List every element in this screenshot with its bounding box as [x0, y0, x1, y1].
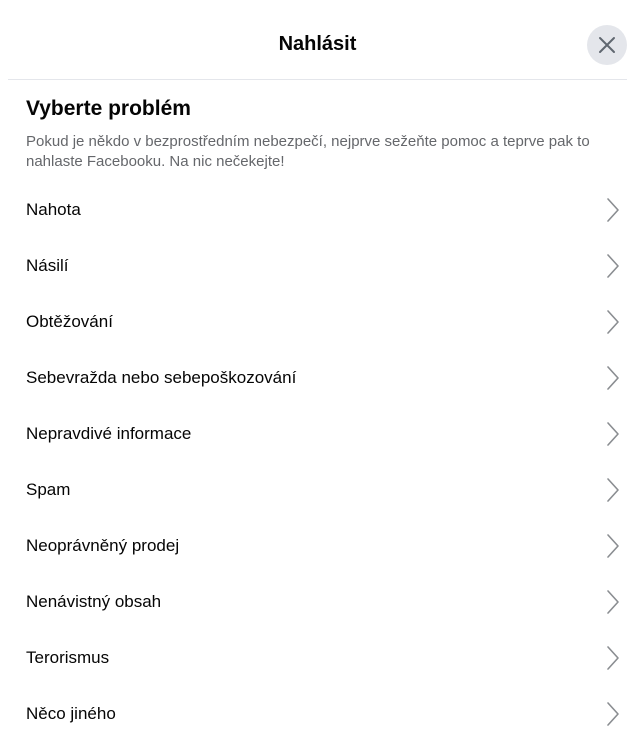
dialog-title: Nahlásit: [278, 33, 357, 55]
problem-option-label: Něco jiného: [26, 704, 116, 723]
problem-option[interactable]: Sebevražda nebo sebepoškozování: [26, 350, 623, 406]
dialog-header: Nahlásit: [8, 0, 627, 80]
report-dialog: Nahlásit Vyberte problém Pokud je někdo …: [0, 0, 635, 737]
problem-option[interactable]: Nepravdivé informace: [26, 406, 623, 462]
problem-option-label: Nenávistný obsah: [26, 592, 162, 611]
section-description: Pokud je někdo v bezprostředním nebezpeč…: [26, 133, 590, 170]
chevron-right-icon: [603, 700, 623, 728]
close-icon: [598, 36, 616, 54]
close-button[interactable]: [587, 25, 627, 65]
problem-option-label: Spam: [26, 480, 71, 499]
problem-option[interactable]: Něco jiného: [26, 686, 623, 737]
problem-option-label: Neoprávněný prodej: [26, 536, 180, 555]
chevron-right-icon: [603, 476, 623, 504]
chevron-right-icon: [603, 308, 623, 336]
chevron-right-icon: [603, 588, 623, 616]
problem-option[interactable]: Obtěžování: [26, 294, 623, 350]
problem-option[interactable]: Terorismus: [26, 630, 623, 686]
problem-option[interactable]: Spam: [26, 462, 623, 518]
problem-option-label: Sebevražda nebo sebepoškozování: [26, 368, 297, 387]
chevron-right-icon: [603, 420, 623, 448]
chevron-right-icon: [603, 196, 623, 224]
chevron-right-icon: [603, 364, 623, 392]
chevron-right-icon: [603, 532, 623, 560]
problem-option-label: Násilí: [26, 256, 69, 275]
problem-option-label: Nepravdivé informace: [26, 424, 192, 443]
problem-option-label: Terorismus: [26, 648, 110, 667]
problem-option[interactable]: Násilí: [26, 238, 623, 294]
dialog-content: Vyberte problém Pokud je někdo v bezpros…: [0, 80, 635, 737]
problem-option-label: Nahota: [26, 200, 81, 219]
problem-option[interactable]: Nenávistný obsah: [26, 574, 623, 630]
problem-list: Nahota Násilí Obtěžování Sebevražda nebo se…: [26, 182, 623, 737]
chevron-right-icon: [603, 252, 623, 280]
chevron-right-icon: [603, 644, 623, 672]
problem-option-label: Obtěžování: [26, 312, 113, 331]
section-title: Vyberte problém: [26, 97, 191, 120]
problem-option[interactable]: Nahota: [26, 182, 623, 238]
problem-option[interactable]: Neoprávněný prodej: [26, 518, 623, 574]
